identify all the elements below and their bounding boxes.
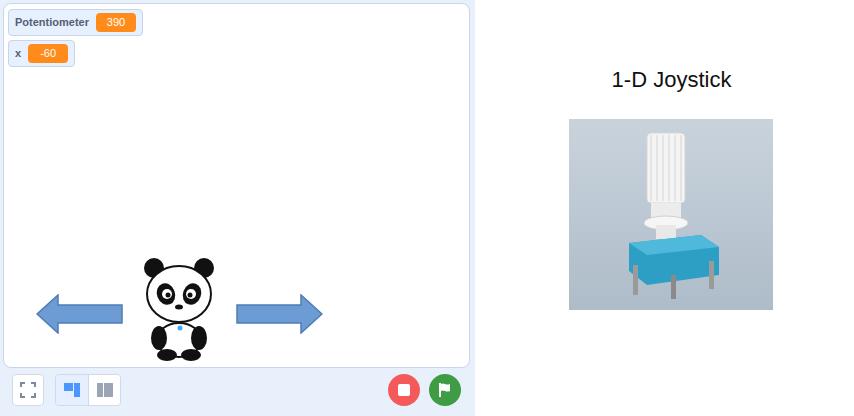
- stage[interactable]: Potentiometer 390 x -60: [3, 3, 470, 368]
- fullscreen-button[interactable]: [12, 374, 44, 406]
- green-flag-button[interactable]: [429, 374, 461, 406]
- caption-title: 1-D Joystick: [612, 66, 732, 94]
- scratch-stage-area: Potentiometer 390 x -60: [0, 0, 475, 416]
- monitor-value: 390: [96, 13, 136, 32]
- small-stage-icon: [64, 383, 80, 397]
- stage-toolbar: [0, 368, 475, 412]
- right-arrow-icon: [235, 294, 323, 334]
- large-stage-button[interactable]: [88, 375, 120, 405]
- large-stage-icon: [97, 383, 113, 397]
- small-stage-button[interactable]: [56, 375, 88, 405]
- variable-monitor[interactable]: Potentiometer 390: [8, 9, 143, 36]
- stop-button[interactable]: [388, 374, 420, 406]
- fullscreen-icon: [20, 382, 36, 398]
- left-arrow-icon: [36, 294, 124, 334]
- monitor-value: -60: [28, 44, 68, 63]
- potentiometer-icon: [611, 125, 731, 305]
- potentiometer-picture: [569, 119, 773, 310]
- caption-panel: 1-D Joystick: [475, 0, 854, 416]
- panda-sprite-icon[interactable]: [140, 254, 218, 362]
- monitor-label: Potentiometer: [15, 14, 89, 31]
- stop-icon: [398, 384, 410, 396]
- flag-icon: [438, 382, 452, 398]
- layout-toggle: [55, 374, 121, 406]
- variable-monitor[interactable]: x -60: [8, 40, 75, 67]
- monitor-label: x: [15, 45, 21, 62]
